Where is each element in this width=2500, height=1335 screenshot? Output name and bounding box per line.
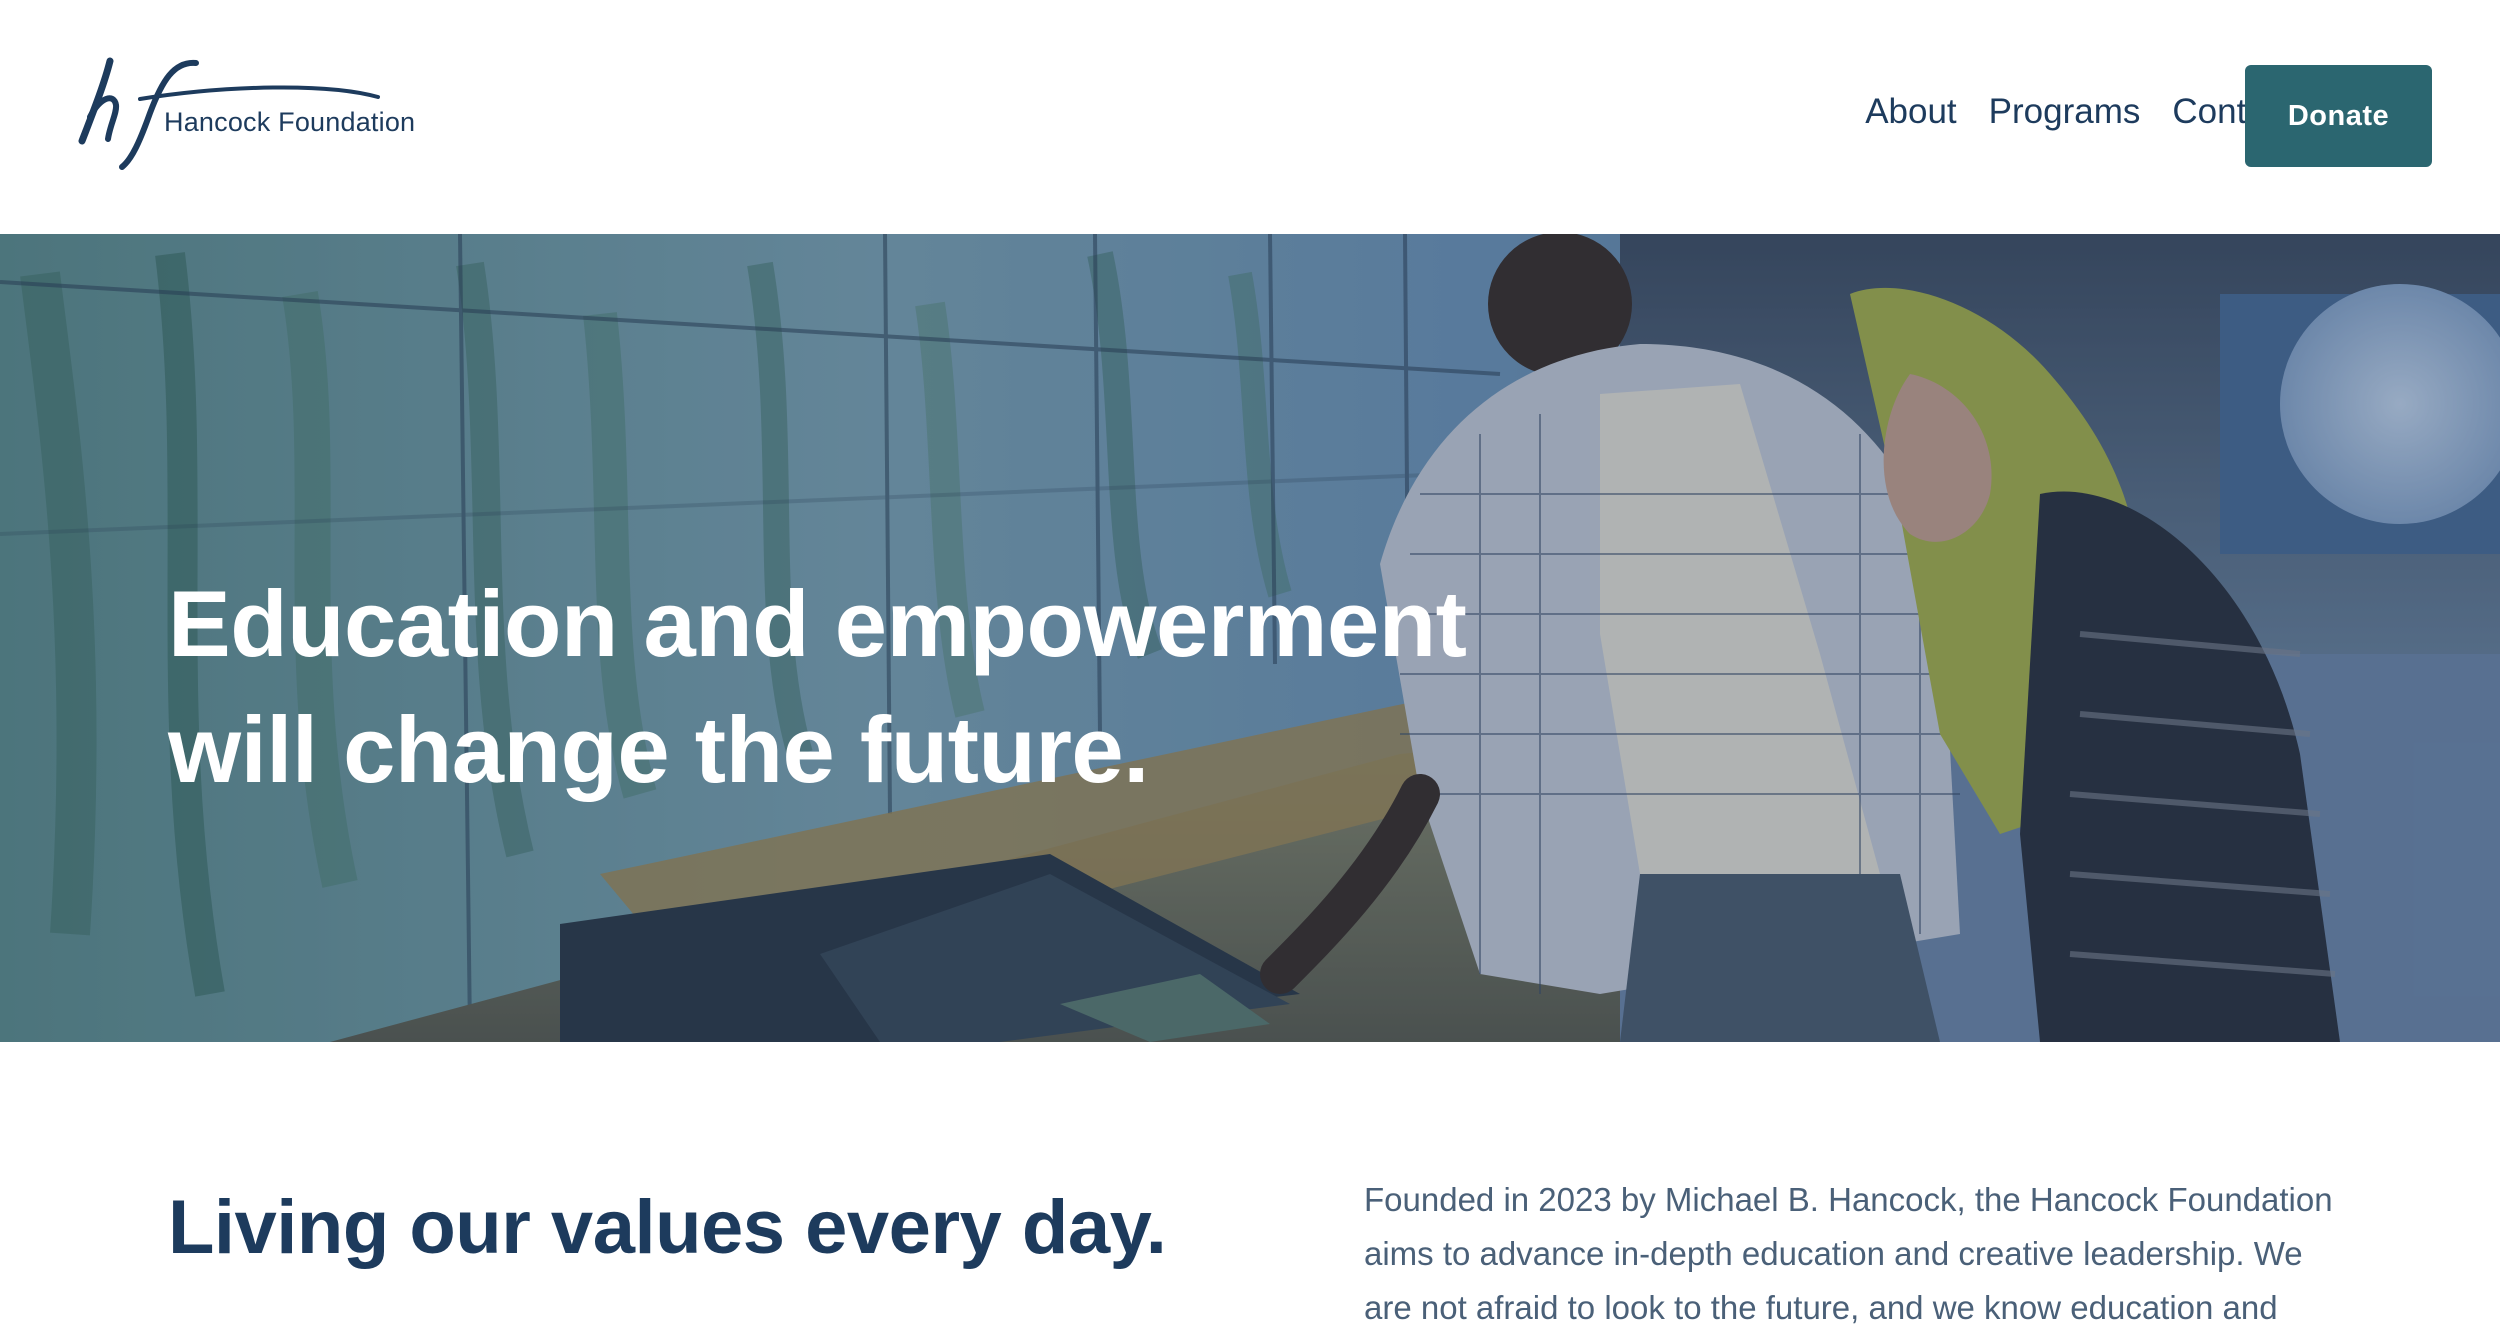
- values-heading: Living our values every day.: [168, 1185, 1167, 1270]
- nav-programs-link[interactable]: Programs: [1989, 86, 2141, 138]
- hero-heading: Education and empowerment will change th…: [168, 561, 1568, 813]
- hero-heading-line-2: will change the future.: [168, 697, 1149, 802]
- site-header: Hancock Foundation About Programs Contac…: [0, 0, 2500, 234]
- nav-about-link[interactable]: About: [1865, 86, 1956, 138]
- main-nav: About Programs Contact: [1865, 86, 2293, 138]
- logo-wordmark: Hancock Foundation: [164, 107, 416, 137]
- donate-button[interactable]: Donate: [2245, 65, 2432, 167]
- hero-section: Education and empowerment will change th…: [0, 234, 2500, 1042]
- values-section: Living our values every day. Founded in …: [0, 1042, 2500, 1326]
- hancock-foundation-logo[interactable]: Hancock Foundation: [78, 55, 418, 175]
- hero-heading-line-1: Education and empowerment: [168, 571, 1467, 676]
